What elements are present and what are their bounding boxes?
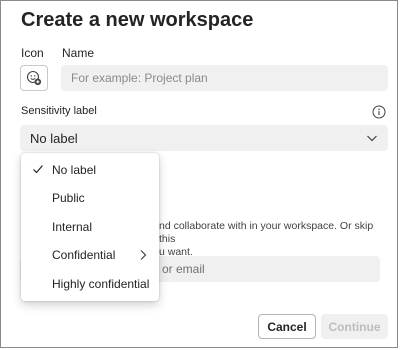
chevron-right-icon	[140, 250, 147, 260]
emoji-add-icon	[26, 70, 42, 86]
dialog-title: Create a new workspace	[21, 9, 254, 31]
continue-button[interactable]: Continue	[321, 314, 388, 339]
menu-item-label: No label	[52, 163, 97, 177]
menu-item-label: Highly confidential	[52, 277, 150, 291]
sensitivity-dropdown[interactable]: No label	[20, 125, 388, 151]
menu-item-label: Public	[52, 191, 85, 205]
info-icon[interactable]	[372, 105, 386, 119]
menu-item-confidential[interactable]: Confidential	[21, 241, 159, 269]
workspace-name-input[interactable]	[61, 65, 388, 91]
workspace-icon-picker[interactable]	[20, 65, 48, 91]
menu-item-highly-confidential[interactable]: Highly confidential	[21, 270, 159, 298]
chevron-down-icon	[367, 135, 377, 142]
sensitivity-label-heading: Sensitivity label	[21, 105, 97, 117]
sensitivity-selected-value: No label	[30, 130, 78, 146]
menu-item-label: Confidential	[52, 248, 116, 262]
menu-item-label: Internal	[52, 220, 93, 234]
cancel-button[interactable]: Cancel	[258, 314, 316, 339]
menu-item-no-label[interactable]: No label	[21, 156, 159, 184]
menu-item-internal[interactable]: Internal	[21, 213, 159, 241]
checkmark-icon	[33, 165, 43, 174]
icon-label: Icon	[21, 46, 44, 60]
sensitivity-dropdown-menu: No label Public Internal Confidential Hi…	[21, 153, 159, 301]
name-label: Name	[62, 46, 95, 60]
menu-item-public[interactable]: Public	[21, 184, 159, 212]
create-workspace-dialog: Create a new workspace Icon Name Sensiti…	[0, 0, 398, 348]
